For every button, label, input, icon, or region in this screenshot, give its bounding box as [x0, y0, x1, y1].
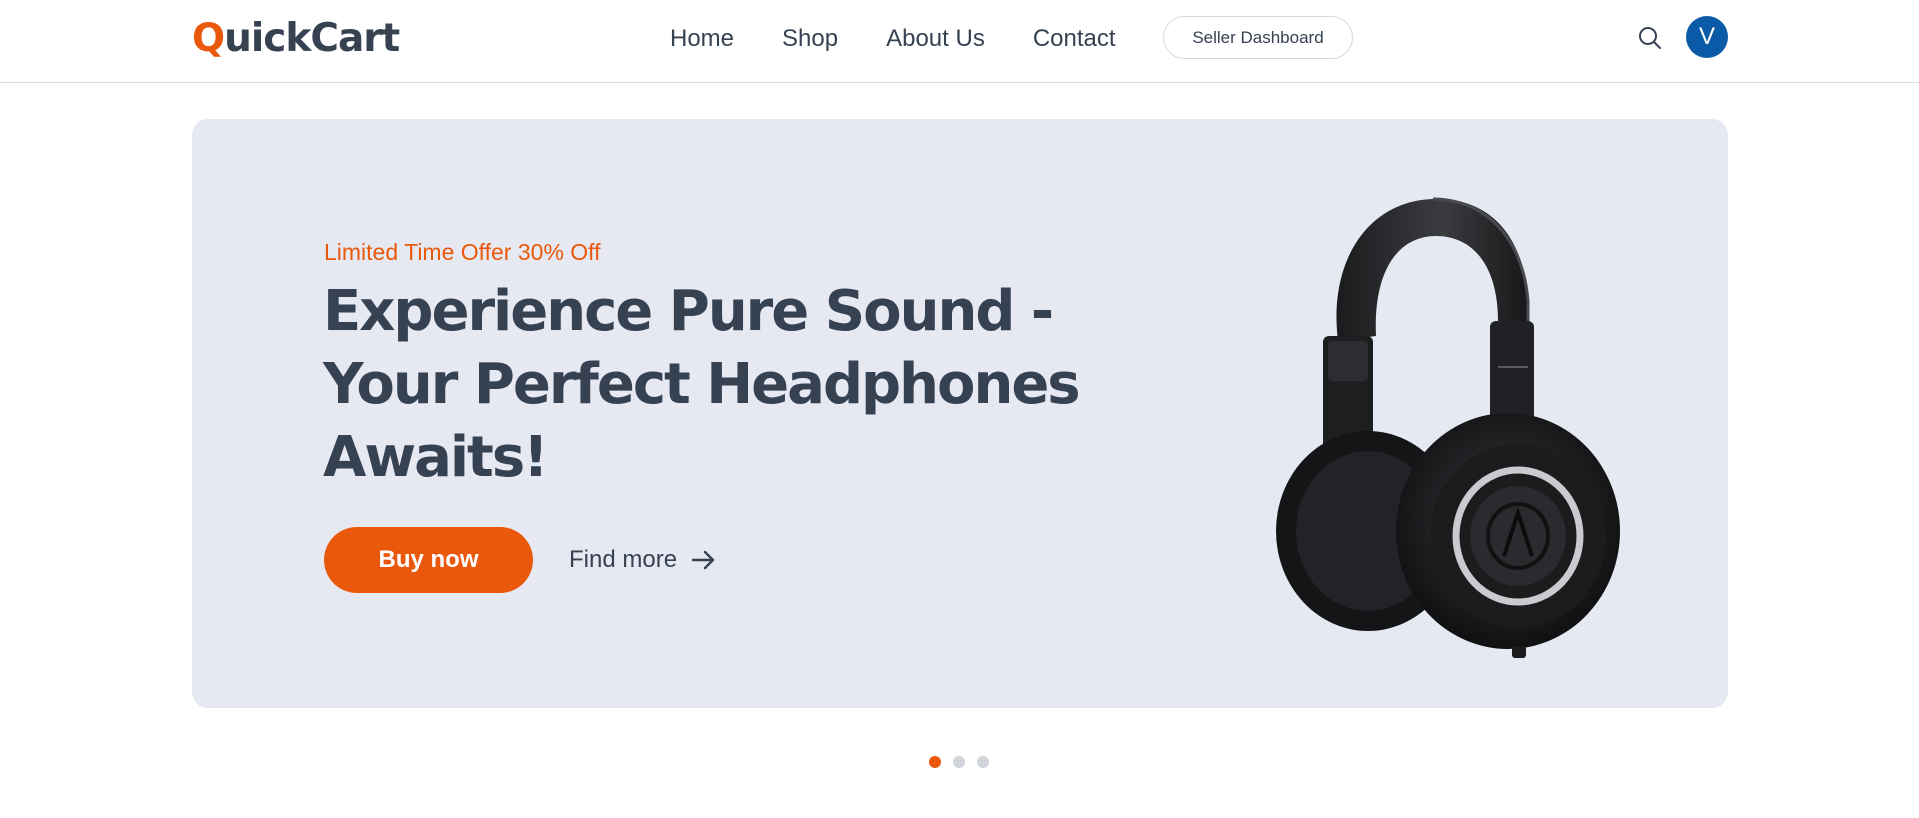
hero-banner: Limited Time Offer 30% Off Experience Pu…	[192, 119, 1728, 708]
top-navbar: QuickCart Home Shop About Us Contact Sel…	[0, 0, 1919, 83]
carousel-dot-2[interactable]	[953, 756, 965, 768]
logo-initial: Q	[192, 16, 225, 61]
find-more-link[interactable]: Find more	[569, 543, 717, 577]
hero-headline: Experience Pure Sound - Your Perfect Hea…	[323, 279, 1081, 490]
arrow-right-icon	[691, 550, 715, 570]
headphones-image	[1276, 197, 1620, 658]
logo[interactable]: QuickCart	[192, 14, 400, 64]
nav-link-about-us[interactable]: About Us	[886, 22, 985, 56]
search-icon[interactable]	[1636, 24, 1664, 52]
nav-link-shop[interactable]: Shop	[782, 22, 838, 56]
user-avatar[interactable]: V	[1686, 16, 1728, 58]
find-more-label: Find more	[569, 546, 678, 573]
seller-dashboard-button[interactable]: Seller Dashboard	[1163, 16, 1353, 59]
carousel-dot-1[interactable]	[929, 756, 941, 768]
carousel-dots	[929, 756, 989, 768]
offer-text: Limited Time Offer 30% Off	[324, 239, 601, 265]
main-nav: Home Shop About Us Contact	[670, 22, 1164, 56]
buy-now-button[interactable]: Buy now	[324, 527, 533, 593]
nav-link-contact[interactable]: Contact	[1033, 22, 1116, 56]
carousel-dot-3[interactable]	[977, 756, 989, 768]
nav-link-home[interactable]: Home	[670, 22, 734, 56]
logo-text: uickCart	[224, 16, 400, 61]
